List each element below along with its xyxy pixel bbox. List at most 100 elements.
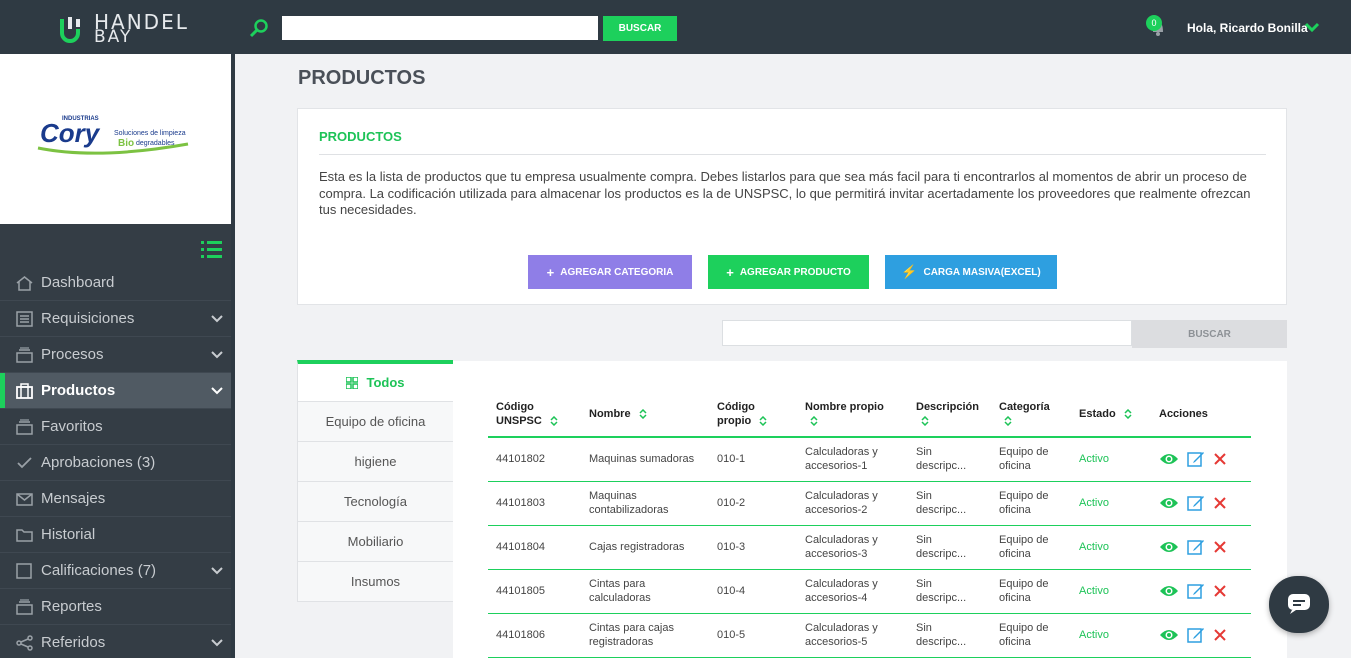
edit-icon[interactable] <box>1187 626 1205 644</box>
category-tab-todos[interactable]: Todos <box>297 360 453 402</box>
cell-actions <box>1151 437 1251 482</box>
column-header-label: Código propio <box>717 400 755 427</box>
lightning-icon: ⚡ <box>901 264 918 279</box>
sort-icon[interactable] <box>758 415 768 426</box>
column-header[interactable]: Categoría <box>991 391 1071 438</box>
delete-icon[interactable] <box>1213 496 1227 510</box>
cell-actions <box>1151 525 1251 570</box>
view-eye-icon[interactable] <box>1159 584 1179 598</box>
edit-icon[interactable] <box>1187 494 1205 512</box>
delete-icon[interactable] <box>1213 452 1227 466</box>
bulk-upload-button[interactable]: ⚡ CARGA MASIVA(EXCEL) <box>885 255 1057 289</box>
square-icon <box>16 563 32 579</box>
category-tab-insumos[interactable]: Insumos <box>297 562 453 602</box>
column-header-label: Descripción <box>916 400 979 413</box>
cell-own-name: Calculadoras y accesorios-3 <box>797 525 908 570</box>
add-category-label: AGREGAR CATEGORIA <box>560 266 674 278</box>
sidebar-item-procesos[interactable]: Procesos <box>0 337 231 373</box>
sidebar-item-requisiciones[interactable]: Requisiciones <box>0 301 231 337</box>
bulk-upload-label: CARGA MASIVA(EXCEL) <box>923 266 1041 278</box>
sidebar-item-calificaciones-7[interactable]: Calificaciones (7) <box>0 553 231 589</box>
column-header-label: Nombre <box>589 407 631 420</box>
category-tab-mobiliario[interactable]: Mobiliario <box>297 522 453 562</box>
add-category-button[interactable]: + AGREGAR CATEGORIA <box>528 255 692 289</box>
product-search-input[interactable] <box>722 320 1132 346</box>
grid-icon <box>346 376 359 389</box>
cell-own-code: 010-1 <box>709 437 797 482</box>
chevron-down-icon[interactable] <box>210 566 224 576</box>
cell-own-code: 010-2 <box>709 481 797 526</box>
sidebar-item-label: Dashboard <box>41 274 115 291</box>
sidebar-item-mensajes[interactable]: Mensajes <box>0 481 231 517</box>
chevron-down-icon[interactable] <box>210 386 224 396</box>
sidebar-item-favoritos[interactable]: Favoritos <box>0 409 231 445</box>
cell-code: 44101804 <box>488 525 581 570</box>
company-logo-area: INDUSTRIAS Cory Soluciones de limpieza B… <box>0 54 231 224</box>
cell-actions <box>1151 613 1251 658</box>
check-icon <box>17 457 32 469</box>
sidebar-item-historial[interactable]: Historial <box>0 517 231 553</box>
product-search-button[interactable]: BUSCAR <box>1132 320 1287 348</box>
category-tab-label: Mobiliario <box>347 534 404 549</box>
top-search-input[interactable] <box>282 16 598 40</box>
view-eye-icon[interactable] <box>1159 496 1179 510</box>
products-table: Código UNSPSC Nombre Código propio Nombr… <box>488 391 1251 658</box>
sidebar-item-reportes[interactable]: Reportes <box>0 589 231 625</box>
brand-line-2: BAY <box>94 27 133 47</box>
list-icon <box>16 311 33 327</box>
cell-name: Cintas para calculadoras <box>581 569 709 614</box>
handelbay-logo[interactable]: HANDEL BAY <box>58 10 188 47</box>
chat-widget-button[interactable] <box>1269 576 1329 633</box>
sidebar-divider <box>231 54 235 658</box>
chevron-down-icon[interactable] <box>210 350 224 360</box>
column-header-label: Acciones <box>1159 407 1208 420</box>
category-tab-tecnología[interactable]: Tecnología <box>297 482 453 522</box>
company-logo-tagline2: degradables <box>136 140 175 147</box>
sort-icon[interactable] <box>638 408 648 419</box>
sort-icon[interactable] <box>1123 408 1133 419</box>
column-header[interactable]: Código propio <box>709 391 797 438</box>
sidebar-item-productos[interactable]: Productos <box>0 373 231 409</box>
briefcase-icon <box>16 383 33 399</box>
view-eye-icon[interactable] <box>1159 452 1179 466</box>
sidebar-item-referidos[interactable]: Referidos <box>0 625 231 658</box>
category-tab-equipo-de-oficina[interactable]: Equipo de oficina <box>297 402 453 442</box>
chevron-down-icon[interactable] <box>1304 21 1320 33</box>
delete-icon[interactable] <box>1213 540 1227 554</box>
column-header: Acciones <box>1151 391 1251 438</box>
cell-code: 44101802 <box>488 437 581 482</box>
edit-icon[interactable] <box>1187 450 1205 468</box>
cell-status: Activo <box>1071 569 1151 614</box>
delete-icon[interactable] <box>1213 628 1227 642</box>
sort-icon[interactable] <box>809 415 819 426</box>
edit-icon[interactable] <box>1187 582 1205 600</box>
search-icon[interactable] <box>249 18 269 38</box>
chevron-down-icon[interactable] <box>210 638 224 648</box>
column-header[interactable]: Descripción <box>908 391 991 438</box>
top-bar: HANDEL BAY BUSCAR 0 Hola, Ricardo Bonill… <box>0 0 1351 54</box>
column-header[interactable]: Nombre <box>581 391 709 438</box>
cell-status: Activo <box>1071 481 1151 526</box>
column-header[interactable]: Estado <box>1071 391 1151 438</box>
category-tab-higiene[interactable]: higiene <box>297 442 453 482</box>
chevron-down-icon[interactable] <box>210 314 224 324</box>
column-header[interactable]: Nombre propio <box>797 391 908 438</box>
sort-icon[interactable] <box>1003 415 1013 426</box>
add-product-button[interactable]: + AGREGAR PRODUCTO <box>708 255 869 289</box>
cell-own-code: 010-3 <box>709 525 797 570</box>
column-header[interactable]: Código UNSPSC <box>488 391 581 438</box>
sort-icon[interactable] <box>549 415 559 426</box>
cell-desc: Sin descripc... <box>908 613 991 658</box>
view-eye-icon[interactable] <box>1159 628 1179 642</box>
edit-icon[interactable] <box>1187 538 1205 556</box>
sidebar-item-aprobaciones-3[interactable]: Aprobaciones (3) <box>0 445 231 481</box>
top-search-button[interactable]: BUSCAR <box>603 16 677 41</box>
cell-desc: Sin descripc... <box>908 525 991 570</box>
sidebar-item-dashboard[interactable]: Dashboard <box>0 265 231 301</box>
view-eye-icon[interactable] <box>1159 540 1179 554</box>
menu-toggle-icon[interactable] <box>201 240 222 258</box>
user-greeting[interactable]: Hola, Ricardo Bonilla <box>1187 21 1308 35</box>
mail-icon <box>16 493 33 506</box>
sort-icon[interactable] <box>920 415 930 426</box>
delete-icon[interactable] <box>1213 584 1227 598</box>
